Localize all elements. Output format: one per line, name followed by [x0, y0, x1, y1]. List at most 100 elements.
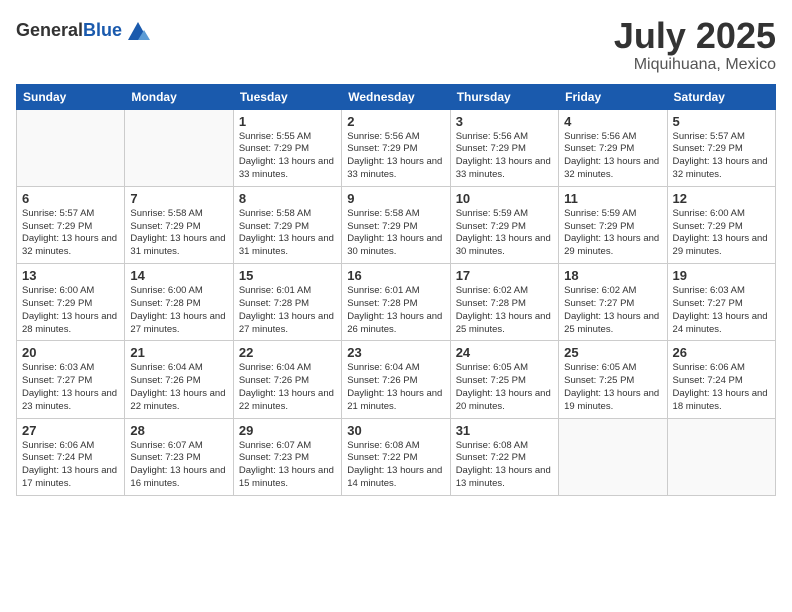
cell-info: Sunrise: 6:06 AM Sunset: 7:24 PM Dayligh…: [673, 362, 770, 413]
cell-info: Sunrise: 5:55 AM Sunset: 7:29 PM Dayligh…: [239, 131, 336, 182]
day-number: 17: [456, 268, 553, 283]
calendar-cell: 16 Sunrise: 6:01 AM Sunset: 7:28 PM Dayli…: [342, 264, 450, 341]
day-number: 30: [347, 423, 444, 438]
cell-info: Sunrise: 6:03 AM Sunset: 7:27 PM Dayligh…: [22, 362, 119, 413]
day-number: 8: [239, 191, 336, 206]
calendar-cell: 7 Sunrise: 5:58 AM Sunset: 7:29 PM Daylig…: [125, 186, 233, 263]
day-number: 12: [673, 191, 770, 206]
day-number: 28: [130, 423, 227, 438]
calendar-cell: 14 Sunrise: 6:00 AM Sunset: 7:28 PM Dayli…: [125, 264, 233, 341]
cell-info: Sunrise: 6:07 AM Sunset: 7:23 PM Dayligh…: [239, 440, 336, 491]
day-number: 11: [564, 191, 661, 206]
day-number: 25: [564, 345, 661, 360]
day-number: 19: [673, 268, 770, 283]
cell-info: Sunrise: 6:04 AM Sunset: 7:26 PM Dayligh…: [347, 362, 444, 413]
cell-info: Sunrise: 6:03 AM Sunset: 7:27 PM Dayligh…: [673, 285, 770, 336]
cell-info: Sunrise: 6:01 AM Sunset: 7:28 PM Dayligh…: [239, 285, 336, 336]
day-number: 13: [22, 268, 119, 283]
day-number: 26: [673, 345, 770, 360]
calendar-week-row: 1Sunrise: 5:55 AM Sunset: 7:29 PM Daylig…: [17, 109, 776, 186]
location-title: Miquihuana, Mexico: [614, 56, 776, 74]
calendar-cell: 19 Sunrise: 6:03 AM Sunset: 7:27 PM Dayli…: [667, 264, 775, 341]
calendar-cell: 23 Sunrise: 6:04 AM Sunset: 7:26 PM Dayli…: [342, 341, 450, 418]
calendar-table: SundayMondayTuesdayWednesdayThursdayFrid…: [16, 84, 776, 496]
calendar-week-row: 20 Sunrise: 6:03 AM Sunset: 7:27 PM Dayli…: [17, 341, 776, 418]
cell-info: Sunrise: 5:59 AM Sunset: 7:29 PM Dayligh…: [456, 208, 553, 259]
calendar-cell: [17, 109, 125, 186]
logo-icon: [124, 16, 152, 44]
cell-info: Sunrise: 6:06 AM Sunset: 7:24 PM Dayligh…: [22, 440, 119, 491]
calendar-cell: 28 Sunrise: 6:07 AM Sunset: 7:23 PM Dayli…: [125, 418, 233, 495]
calendar-cell: 25Sunrise: 6:05 AM Sunset: 7:25 PM Dayli…: [559, 341, 667, 418]
day-number: 24: [456, 345, 553, 360]
calendar-cell: [667, 418, 775, 495]
cell-info: Sunrise: 6:04 AM Sunset: 7:26 PM Dayligh…: [130, 362, 227, 413]
calendar-cell: 30 Sunrise: 6:08 AM Sunset: 7:22 PM Dayli…: [342, 418, 450, 495]
calendar-header-row: SundayMondayTuesdayWednesdayThursdayFrid…: [17, 84, 776, 109]
day-number: 18: [564, 268, 661, 283]
cell-info: Sunrise: 6:05 AM Sunset: 7:25 PM Dayligh…: [456, 362, 553, 413]
cell-info: Sunrise: 5:56 AM Sunset: 7:29 PM Dayligh…: [347, 131, 444, 182]
logo-blue: Blue: [83, 20, 122, 40]
day-number: 4: [564, 114, 661, 129]
day-number: 27: [22, 423, 119, 438]
day-number: 3: [456, 114, 553, 129]
day-number: 9: [347, 191, 444, 206]
page-header: GeneralBlue July 2025 Miquihuana, Mexico: [16, 16, 776, 74]
calendar-cell: 31 Sunrise: 6:08 AM Sunset: 7:22 PM Dayli…: [450, 418, 558, 495]
cell-info: Sunrise: 5:58 AM Sunset: 7:29 PM Dayligh…: [239, 208, 336, 259]
cell-info: Sunrise: 6:00 AM Sunset: 7:28 PM Dayligh…: [130, 285, 227, 336]
calendar-header-tuesday: Tuesday: [233, 84, 341, 109]
logo-general: General: [16, 20, 83, 40]
day-number: 22: [239, 345, 336, 360]
day-number: 29: [239, 423, 336, 438]
cell-info: Sunrise: 6:02 AM Sunset: 7:27 PM Dayligh…: [564, 285, 661, 336]
calendar-header-thursday: Thursday: [450, 84, 558, 109]
cell-info: Sunrise: 5:56 AM Sunset: 7:29 PM Dayligh…: [564, 131, 661, 182]
calendar-header-wednesday: Wednesday: [342, 84, 450, 109]
day-number: 5: [673, 114, 770, 129]
calendar-cell: 21Sunrise: 6:04 AM Sunset: 7:26 PM Dayli…: [125, 341, 233, 418]
cell-info: Sunrise: 6:08 AM Sunset: 7:22 PM Dayligh…: [456, 440, 553, 491]
day-number: 16: [347, 268, 444, 283]
calendar-cell: 13Sunrise: 6:00 AM Sunset: 7:29 PM Dayli…: [17, 264, 125, 341]
cell-info: Sunrise: 6:01 AM Sunset: 7:28 PM Dayligh…: [347, 285, 444, 336]
calendar-header-friday: Friday: [559, 84, 667, 109]
calendar-cell: 10Sunrise: 5:59 AM Sunset: 7:29 PM Dayli…: [450, 186, 558, 263]
calendar-week-row: 6Sunrise: 5:57 AM Sunset: 7:29 PM Daylig…: [17, 186, 776, 263]
day-number: 23: [347, 345, 444, 360]
calendar-cell: 2Sunrise: 5:56 AM Sunset: 7:29 PM Daylig…: [342, 109, 450, 186]
calendar-cell: 15 Sunrise: 6:01 AM Sunset: 7:28 PM Dayli…: [233, 264, 341, 341]
day-number: 7: [130, 191, 227, 206]
calendar-cell: 6Sunrise: 5:57 AM Sunset: 7:29 PM Daylig…: [17, 186, 125, 263]
cell-info: Sunrise: 5:58 AM Sunset: 7:29 PM Dayligh…: [130, 208, 227, 259]
day-number: 31: [456, 423, 553, 438]
cell-info: Sunrise: 5:59 AM Sunset: 7:29 PM Dayligh…: [564, 208, 661, 259]
day-number: 14: [130, 268, 227, 283]
day-number: 20: [22, 345, 119, 360]
calendar-cell: 29 Sunrise: 6:07 AM Sunset: 7:23 PM Dayli…: [233, 418, 341, 495]
calendar-cell: 1Sunrise: 5:55 AM Sunset: 7:29 PM Daylig…: [233, 109, 341, 186]
cell-info: Sunrise: 5:56 AM Sunset: 7:29 PM Dayligh…: [456, 131, 553, 182]
day-number: 15: [239, 268, 336, 283]
cell-info: Sunrise: 6:07 AM Sunset: 7:23 PM Dayligh…: [130, 440, 227, 491]
logo-wordmark: GeneralBlue: [16, 20, 122, 41]
calendar-cell: 17 Sunrise: 6:02 AM Sunset: 7:28 PM Dayli…: [450, 264, 558, 341]
calendar-cell: 18 Sunrise: 6:02 AM Sunset: 7:27 PM Dayli…: [559, 264, 667, 341]
cell-info: Sunrise: 6:04 AM Sunset: 7:26 PM Dayligh…: [239, 362, 336, 413]
calendar-cell: 26 Sunrise: 6:06 AM Sunset: 7:24 PM Dayli…: [667, 341, 775, 418]
calendar-cell: 8 Sunrise: 5:58 AM Sunset: 7:29 PM Daylig…: [233, 186, 341, 263]
calendar-cell: 5 Sunrise: 5:57 AM Sunset: 7:29 PM Daylig…: [667, 109, 775, 186]
calendar-cell: 12Sunrise: 6:00 AM Sunset: 7:29 PM Dayli…: [667, 186, 775, 263]
logo: GeneralBlue: [16, 16, 152, 44]
cell-info: Sunrise: 5:57 AM Sunset: 7:29 PM Dayligh…: [22, 208, 119, 259]
cell-info: Sunrise: 5:57 AM Sunset: 7:29 PM Dayligh…: [673, 131, 770, 182]
cell-info: Sunrise: 6:08 AM Sunset: 7:22 PM Dayligh…: [347, 440, 444, 491]
calendar-header-sunday: Sunday: [17, 84, 125, 109]
calendar-cell: 3 Sunrise: 5:56 AM Sunset: 7:29 PM Daylig…: [450, 109, 558, 186]
calendar-cell: 11 Sunrise: 5:59 AM Sunset: 7:29 PM Dayli…: [559, 186, 667, 263]
title-block: July 2025 Miquihuana, Mexico: [614, 16, 776, 74]
calendar-cell: 20 Sunrise: 6:03 AM Sunset: 7:27 PM Dayli…: [17, 341, 125, 418]
cell-info: Sunrise: 6:02 AM Sunset: 7:28 PM Dayligh…: [456, 285, 553, 336]
month-title: July 2025: [614, 16, 776, 56]
